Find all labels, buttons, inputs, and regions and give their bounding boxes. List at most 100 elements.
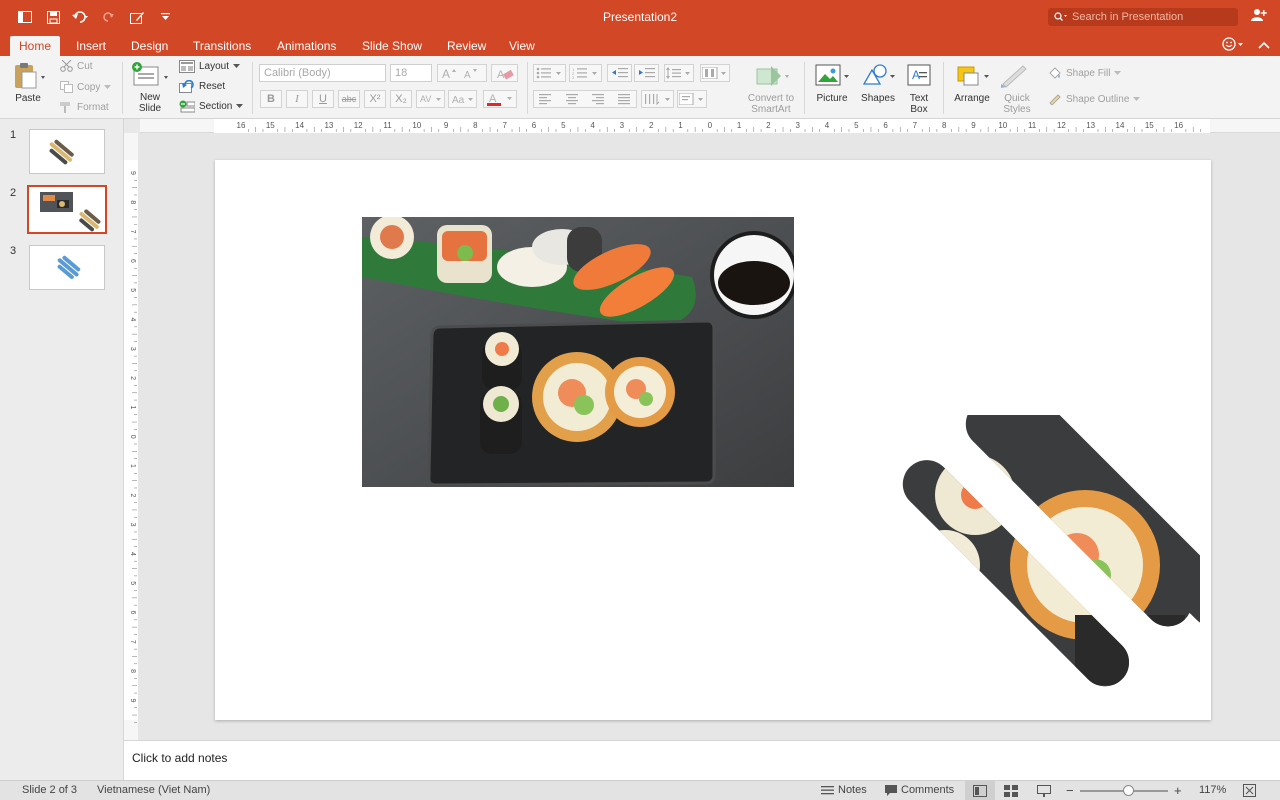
- slide-thumbnail-2[interactable]: [27, 185, 107, 234]
- ruler-label: 4: [129, 552, 136, 556]
- character-spacing-button[interactable]: AV: [416, 90, 445, 108]
- line-spacing-button[interactable]: [664, 64, 694, 82]
- strikethrough-button[interactable]: abc: [338, 90, 360, 108]
- zoom-slider-thumb[interactable]: [1122, 785, 1134, 796]
- notes-icon: [821, 786, 834, 795]
- reset-button[interactable]: Reset: [179, 80, 225, 93]
- share-icon[interactable]: [1251, 8, 1267, 25]
- ruler-label: 7: [129, 640, 136, 644]
- shape-fill-button[interactable]: Shape Fill: [1048, 67, 1122, 79]
- section-button[interactable]: Section: [179, 100, 244, 113]
- svg-text:AV: AV: [420, 94, 431, 104]
- arrange-button[interactable]: Arrange: [950, 62, 994, 104]
- ribbon-home: Paste Cut Copy Format New Slide Layout R…: [0, 56, 1280, 119]
- tab-home[interactable]: Home: [10, 36, 61, 56]
- new-slide-button[interactable]: New Slide: [130, 61, 170, 114]
- shape-outline-button[interactable]: Shape Outline: [1048, 93, 1141, 105]
- slide-sorter-button[interactable]: [1004, 785, 1018, 800]
- tab-animations[interactable]: Animations: [268, 36, 345, 56]
- fit-to-window-button[interactable]: [1243, 784, 1256, 800]
- slide-number: 1: [10, 129, 17, 141]
- quick-styles-icon: [1001, 65, 1027, 88]
- notes-pane[interactable]: Click to add notes: [124, 740, 1280, 780]
- convert-smartart-button[interactable]: Convert to SmartArt: [745, 62, 797, 115]
- tab-review[interactable]: Review: [438, 36, 495, 56]
- ribbon-tabs: Home Insert Design Transitions Animation…: [0, 34, 1280, 56]
- ruler-label: 2: [129, 493, 136, 497]
- text-direction-button[interactable]: [641, 90, 674, 108]
- increase-indent-button[interactable]: [634, 64, 659, 82]
- tab-transitions[interactable]: Transitions: [184, 36, 260, 56]
- ruler-label: 9: [444, 121, 449, 130]
- feedback-smiley-icon[interactable]: [1222, 37, 1244, 51]
- copy-button[interactable]: Copy: [60, 81, 112, 93]
- slide-thumbnail-1[interactable]: [29, 129, 105, 174]
- reading-view-button[interactable]: [1037, 785, 1051, 800]
- font-grow-shrink-buttons[interactable]: AA: [437, 64, 487, 82]
- slide-thumbnail-image: [57, 255, 81, 280]
- slide-thumbnail-3[interactable]: [29, 245, 105, 290]
- font-name-select[interactable]: Calibri (Body): [259, 64, 386, 82]
- svg-text:A: A: [464, 70, 471, 79]
- numbering-button[interactable]: 123: [569, 64, 602, 82]
- columns-button[interactable]: [700, 64, 730, 82]
- vertical-ruler-ticks: 9 8 7 6 5 4 3 2 1 0 1 2 3 4 5 6 7 8 9: [129, 171, 137, 723]
- picture-button[interactable]: Picture: [812, 62, 852, 104]
- ruler-label: 12: [1057, 121, 1066, 130]
- zoom-in-button[interactable]: +: [1174, 783, 1182, 798]
- ruler-label: 1: [129, 464, 136, 468]
- paste-icon: [15, 63, 45, 89]
- layout-icon: [179, 60, 195, 73]
- sushi-photo[interactable]: [362, 217, 794, 487]
- section-icon: [179, 100, 195, 113]
- svg-text:A: A: [912, 68, 920, 82]
- italic-button[interactable]: I: [286, 90, 308, 108]
- format-painter-button[interactable]: Format: [60, 101, 109, 113]
- alignment-buttons[interactable]: [533, 90, 637, 108]
- ruler-label: 8: [129, 669, 136, 673]
- tab-design[interactable]: Design: [122, 36, 177, 56]
- tab-slide-show[interactable]: Slide Show: [353, 36, 431, 56]
- bullets-button[interactable]: [533, 64, 566, 82]
- change-case-button[interactable]: Aa: [448, 90, 477, 108]
- font-size-select[interactable]: 18: [390, 64, 432, 82]
- clear-formatting-button[interactable]: A: [491, 64, 518, 82]
- text-box-button[interactable]: A Text Box: [903, 62, 935, 115]
- paste-button[interactable]: Paste: [8, 62, 48, 104]
- slide-2[interactable]: [215, 160, 1211, 720]
- underline-button[interactable]: U: [312, 90, 334, 108]
- collapse-ribbon-icon[interactable]: [1258, 40, 1270, 52]
- superscript-button[interactable]: X²: [364, 90, 386, 108]
- zoom-level[interactable]: 117%: [1199, 784, 1226, 796]
- font-color-button[interactable]: A: [483, 90, 517, 108]
- svg-text:A: A: [442, 67, 450, 79]
- search-box[interactable]: [1048, 8, 1238, 26]
- shapes-button[interactable]: Shapes: [858, 62, 898, 104]
- slide-thumbnail-image: [40, 192, 101, 232]
- title-bar: Presentation2: [0, 0, 1280, 34]
- cut-button[interactable]: Cut: [60, 60, 93, 72]
- layout-button[interactable]: Layout: [179, 60, 241, 73]
- bold-button[interactable]: B: [260, 90, 282, 108]
- tab-insert[interactable]: Insert: [67, 36, 115, 56]
- zoom-out-button[interactable]: −: [1066, 783, 1074, 798]
- zoom-slider-track[interactable]: [1080, 785, 1168, 796]
- normal-view-button[interactable]: [965, 781, 995, 800]
- search-input[interactable]: [1072, 11, 1232, 23]
- ruler-label: 4: [129, 318, 136, 322]
- ruler-label: 8: [129, 200, 136, 204]
- language-indicator[interactable]: Vietnamese (Viet Nam): [97, 784, 210, 796]
- subscript-button[interactable]: X₂: [390, 90, 412, 108]
- decrease-indent-button[interactable]: [607, 64, 632, 82]
- notes-toggle-button[interactable]: Notes: [821, 784, 867, 796]
- copy-icon: [60, 81, 73, 93]
- font-color-icon: A: [487, 93, 512, 106]
- increase-indent-icon: [638, 68, 655, 78]
- comments-toggle-button[interactable]: Comments: [885, 784, 954, 796]
- tab-view[interactable]: View: [500, 36, 544, 56]
- striped-picture-shape[interactable]: [855, 415, 1200, 690]
- align-text-button[interactable]: [677, 90, 707, 108]
- notes-placeholder[interactable]: Click to add notes: [132, 751, 227, 765]
- slide-number: 3: [10, 245, 17, 257]
- quick-styles-button[interactable]: Quick Styles: [996, 62, 1038, 115]
